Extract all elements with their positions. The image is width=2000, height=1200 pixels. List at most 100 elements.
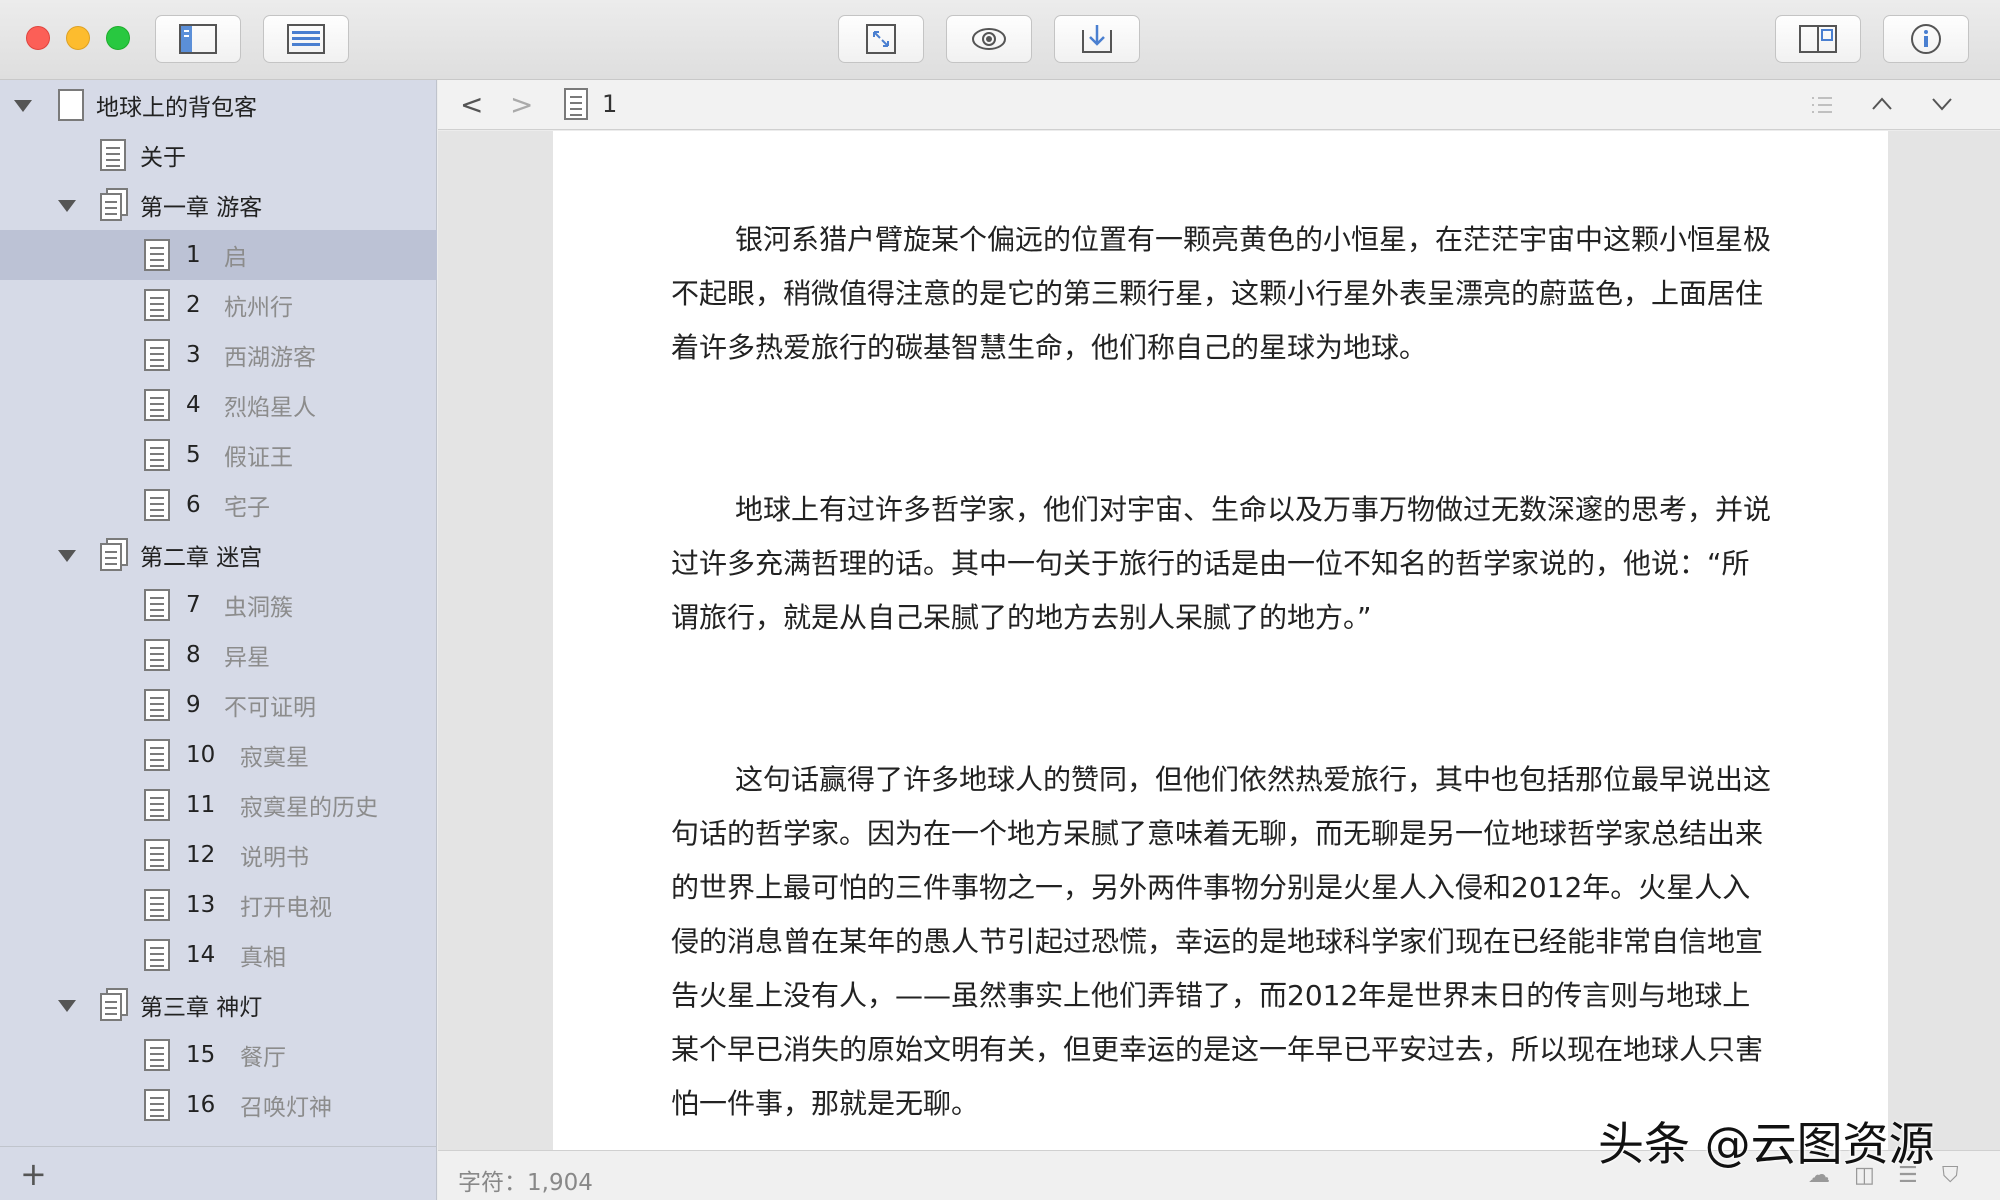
binder-document[interactable]: 关于 [0,130,437,180]
binder-item-number: 12 [186,842,216,868]
binder-footer: + [0,1146,437,1200]
binder-tree: 地球上的背包客 关于 第一章 游客 1 启 2 杭州行 3 西湖游客 4 烈焰星人 5 假证王 6 宅子 第二… [0,80,437,1135]
binder-item-number: 5 [186,442,201,468]
binder-item-number: 3 [186,342,201,368]
binder-item-title: 餐厅 [240,1045,286,1071]
binder-document[interactable]: 10 寂寞星 [0,730,437,780]
binder-document[interactable]: 11 寂寞星的历史 [0,780,437,830]
binder-item-title: 真相 [240,945,286,971]
binder-document[interactable]: 9 不可证明 [0,680,437,730]
disclosure-triangle-icon[interactable] [58,1000,76,1012]
document-icon [144,939,170,971]
folder-document-icon [100,988,128,1021]
fullscreen-icon [866,24,896,54]
sidebar-icon [179,24,217,54]
watermark: 头条 @云图资源 [1598,1117,1935,1171]
info-icon [1911,24,1941,54]
binder-item-number: 11 [186,792,216,818]
binder-item-title: 寂寞星的历史 [240,795,378,821]
list-icon [287,24,325,54]
disclosure-triangle-icon[interactable] [58,200,76,212]
binder-item-title: 第三章 神灯 [140,995,263,1021]
add-item-button[interactable]: + [20,1155,47,1193]
document-icon [144,489,170,521]
character-count: 字符：1,904 [458,1170,593,1196]
binder-document[interactable]: 2 杭州行 [0,280,437,330]
binder-item-title: 寂寞星 [240,745,309,771]
compile-button[interactable] [1054,15,1140,63]
binder-document[interactable]: 4 烈焰星人 [0,380,437,430]
composition-mode-button[interactable] [838,15,924,63]
binder-chapter[interactable]: 第三章 神灯 [0,980,437,1030]
forward-button[interactable]: > [510,88,533,121]
paragraph[interactable]: 这句话赢得了许多地球人的赞同，但他们依然热爱旅行，其中也包括那位最早说出这句话的… [671,753,1771,1131]
document-icon [144,789,170,821]
binder-item-number: 13 [186,892,216,918]
document-icon [58,89,84,121]
inspector-button[interactable] [1883,15,1969,63]
binder-item-title: 虫洞簇 [224,595,293,621]
binder-item-number: 4 [186,392,201,418]
document-icon [564,88,588,120]
binder-item-number: 9 [186,692,201,718]
paragraph[interactable]: 地球上有过许多哲学家，他们对宇宙、生命以及万事万物做过无数深邃的思考，并说过许多… [671,483,1771,645]
outline-view-button[interactable] [263,15,349,63]
binder-item-title: 假证王 [224,445,293,471]
back-button[interactable]: < [460,88,483,121]
binder-item-number: 2 [186,292,201,318]
shirt-icon[interactable]: ⛉ [1942,1163,1959,1188]
chevron-down-icon[interactable] [1930,94,1954,114]
binder-document[interactable]: 5 假证王 [0,430,437,480]
binder-item-number: 15 [186,1042,216,1068]
binder-item-number: 10 [186,742,216,768]
binder-document[interactable]: 13 打开电视 [0,880,437,930]
binder-document[interactable]: 6 宅子 [0,480,437,530]
binder-item-title: 西湖游客 [224,345,316,371]
binder-item-title: 启 [224,245,247,271]
binder-document[interactable]: 1启 [0,230,437,280]
chevron-up-icon[interactable] [1870,94,1894,114]
binder-root[interactable]: 地球上的背包客 [0,80,437,130]
binder-chapter[interactable]: 第二章 迷宫 [0,530,437,580]
binder-document[interactable]: 7 虫洞簇 [0,580,437,630]
toggle-binder-button[interactable] [155,15,241,63]
close-window-button[interactable] [26,26,50,50]
document-icon [144,439,170,471]
binder-document[interactable]: 12 说明书 [0,830,437,880]
binder-document[interactable]: 16 召唤灯神 [0,1080,437,1130]
binder-item-title: 第二章 迷宫 [140,545,263,571]
binder-document[interactable]: 8 异星 [0,630,437,680]
toolbar [0,0,2000,80]
binder-item-title: 烈焰星人 [224,395,316,421]
binder-item-title: 关于 [140,145,186,171]
editor-page[interactable]: 银河系猎户臂旋某个偏远的位置有一颗亮黄色的小恒星，在茫茫宇宙中这颗小恒星极不起眼… [553,131,1888,1150]
binder-chapter[interactable]: 第一章 游客 [0,180,437,230]
binder-item-number: 7 [186,592,201,618]
document-icon [144,889,170,921]
document-icon [144,289,170,321]
document-icon [100,139,126,171]
binder-item-title: 不可证明 [224,695,316,721]
binder-item-title: 召唤灯神 [240,1095,332,1121]
binder-item-number: 16 [186,1092,216,1118]
minimize-window-button[interactable] [66,26,90,50]
document-icon [144,689,170,721]
binder-document[interactable]: 15 餐厅 [0,1030,437,1080]
binder-item-number: 1 [186,242,201,268]
binder-item-number: 14 [186,942,216,968]
disclosure-triangle-icon[interactable] [58,550,76,562]
list-icon[interactable] [1810,95,1834,115]
binder-item-title: 第一章 游客 [140,195,263,221]
split-editor-button[interactable] [1775,15,1861,63]
zoom-window-button[interactable] [106,26,130,50]
paragraph[interactable]: 银河系猎户臂旋某个偏远的位置有一颗亮黄色的小恒星，在茫茫宇宙中这颗小恒星极不起眼… [671,213,1771,375]
download-icon [1082,25,1112,53]
disclosure-triangle-icon[interactable] [14,100,32,112]
binder-document[interactable]: 14 真相 [0,930,437,980]
eye-icon [972,28,1006,50]
binder-document[interactable]: 3 西湖游客 [0,330,437,380]
quick-look-button[interactable] [946,15,1032,63]
binder-item-title: 说明书 [240,845,309,871]
document-icon [144,1089,170,1121]
split-view-icon [1799,25,1837,53]
